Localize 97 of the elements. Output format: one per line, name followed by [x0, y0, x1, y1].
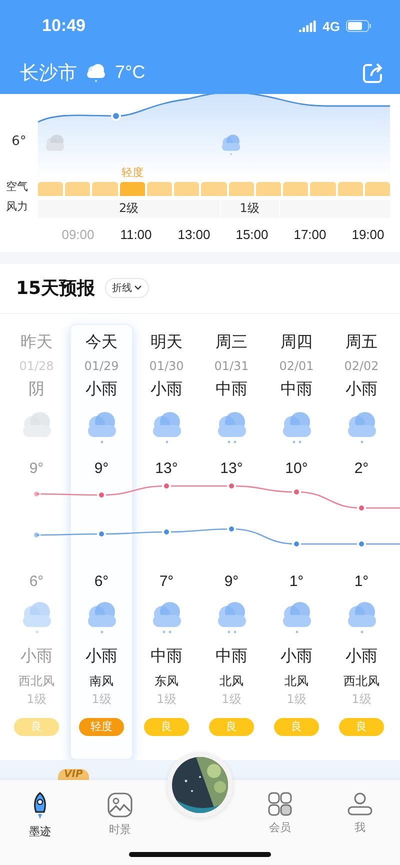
wind-level: 1级 — [92, 690, 112, 708]
nav-tab[interactable]: 我 — [320, 780, 400, 865]
nav-tab[interactable]: 会员 — [240, 780, 320, 865]
signal-icon — [298, 20, 317, 32]
day-weather: 阴 — [28, 378, 44, 400]
person-icon — [347, 792, 373, 816]
low-temperature: 9° — [224, 572, 239, 590]
air-quality-badge: 良 — [144, 718, 189, 736]
wind-direction: 西北风 — [344, 672, 380, 690]
wind-direction: 东风 — [154, 672, 178, 690]
air-quality-bar[interactable] — [120, 182, 145, 196]
hour-label: 11:00 — [119, 227, 153, 242]
air-quality-bar[interactable] — [65, 182, 90, 196]
status-time: 10:49 — [42, 16, 86, 36]
hour-label: 09:00 — [60, 227, 96, 242]
air-quality-bar[interactable] — [228, 182, 254, 196]
air-quality-badge: 良 — [14, 718, 59, 736]
air-quality-bar[interactable] — [92, 182, 118, 196]
chart-mode-dropdown[interactable]: 折线 — [105, 278, 150, 298]
day-weather: 小雨 — [150, 378, 182, 400]
air-quality-bar[interactable] — [338, 182, 363, 196]
hour-label: 15:00 — [234, 227, 270, 242]
night-weather: 中雨 — [150, 646, 182, 667]
vip-badge: VIP — [58, 769, 89, 780]
night-weather: 小雨 — [280, 646, 312, 667]
low-temperature: 6° — [94, 572, 109, 590]
selected-day-card[interactable] — [70, 324, 133, 760]
day-name: 周四 — [280, 332, 312, 353]
air-quality-badge: 良 — [209, 718, 254, 736]
night-weather: 小雨 — [86, 646, 118, 667]
wind-level: 1级 — [286, 690, 306, 708]
grid-icon — [268, 792, 292, 816]
section-title: 15天预报 — [16, 277, 96, 300]
wind-level: 1级 — [220, 200, 279, 218]
day-weather: 小雨 — [346, 378, 378, 400]
air-quality-bar[interactable] — [310, 182, 336, 196]
day-name: 周五 — [346, 332, 378, 353]
high-temperature: 13° — [155, 460, 178, 477]
wind-label: 风力 — [5, 199, 29, 216]
hour-label: 19:00 — [350, 227, 386, 242]
low-temperature: 1° — [289, 572, 304, 590]
wind-level: 1级 — [222, 690, 242, 708]
night-weather: 小雨 — [346, 646, 378, 667]
high-temperature: 9° — [29, 460, 44, 477]
air-quality-badge: 良 — [274, 718, 319, 736]
day-weather: 中雨 — [280, 378, 312, 400]
day-name: 周三 — [216, 332, 248, 353]
air-quality-bar[interactable] — [364, 182, 390, 196]
air-quality-badge: 良 — [339, 718, 384, 736]
hour-label: 17:00 — [292, 227, 328, 242]
wind-direction: 北风 — [220, 672, 244, 690]
air-quality-text: 轻度 — [121, 164, 144, 180]
air-quality-bar[interactable] — [146, 182, 172, 196]
day-weather: 小雨 — [86, 378, 118, 400]
air-quality-bar[interactable] — [256, 182, 282, 196]
wind-level: 1级 — [352, 690, 372, 708]
low-temperature: 7° — [159, 572, 174, 590]
current-temperature: 7°C — [115, 62, 146, 84]
high-temperature: 2° — [354, 460, 369, 477]
wind-level: 1级 — [26, 690, 46, 708]
day-date: 01/29 — [84, 358, 119, 373]
air-quality-label: 空气 — [5, 179, 29, 196]
rain-cloud-icon — [85, 62, 107, 83]
low-temperature: 6° — [29, 572, 44, 590]
night-weather: 小雨 — [20, 646, 52, 667]
wind-direction: 北风 — [284, 672, 308, 690]
night-weather: 中雨 — [216, 646, 248, 667]
day-date: 01/30 — [149, 358, 184, 373]
high-temperature: 13° — [220, 460, 243, 477]
day-weather: 中雨 — [216, 378, 248, 400]
high-temperature: 10° — [285, 460, 308, 477]
city-name[interactable]: 长沙市 — [20, 60, 77, 86]
air-quality-bar[interactable] — [174, 182, 200, 196]
day-date: 02/01 — [279, 358, 314, 373]
air-quality-bar[interactable] — [38, 182, 64, 196]
wind-level: 1级 — [156, 690, 176, 708]
image-icon — [107, 792, 133, 818]
network-type: 4G — [322, 18, 340, 34]
battery-icon — [346, 20, 372, 32]
wind-direction: 南风 — [90, 672, 114, 690]
day-name: 今天 — [86, 332, 118, 353]
air-quality-bar[interactable] — [283, 182, 308, 196]
share-icon[interactable] — [362, 62, 384, 84]
high-temperature: 9° — [94, 460, 109, 477]
axis-label: 6° — [12, 134, 26, 150]
hour-label: 13:00 — [176, 227, 212, 242]
day-date: 02/02 — [344, 358, 379, 373]
chevron-down-icon — [134, 285, 142, 292]
day-date: 01/31 — [214, 358, 249, 373]
day-name: 昨天 — [20, 332, 52, 353]
low-temperature: 1° — [354, 572, 369, 590]
wind-level: 2级 — [38, 200, 220, 218]
air-quality-bar[interactable] — [201, 182, 227, 196]
wind-direction: 西北风 — [18, 672, 54, 690]
nav-tab[interactable]: 墨迹 — [0, 780, 80, 865]
nav-tab[interactable]: 时景 — [80, 780, 160, 865]
day-name: 明天 — [150, 332, 182, 353]
